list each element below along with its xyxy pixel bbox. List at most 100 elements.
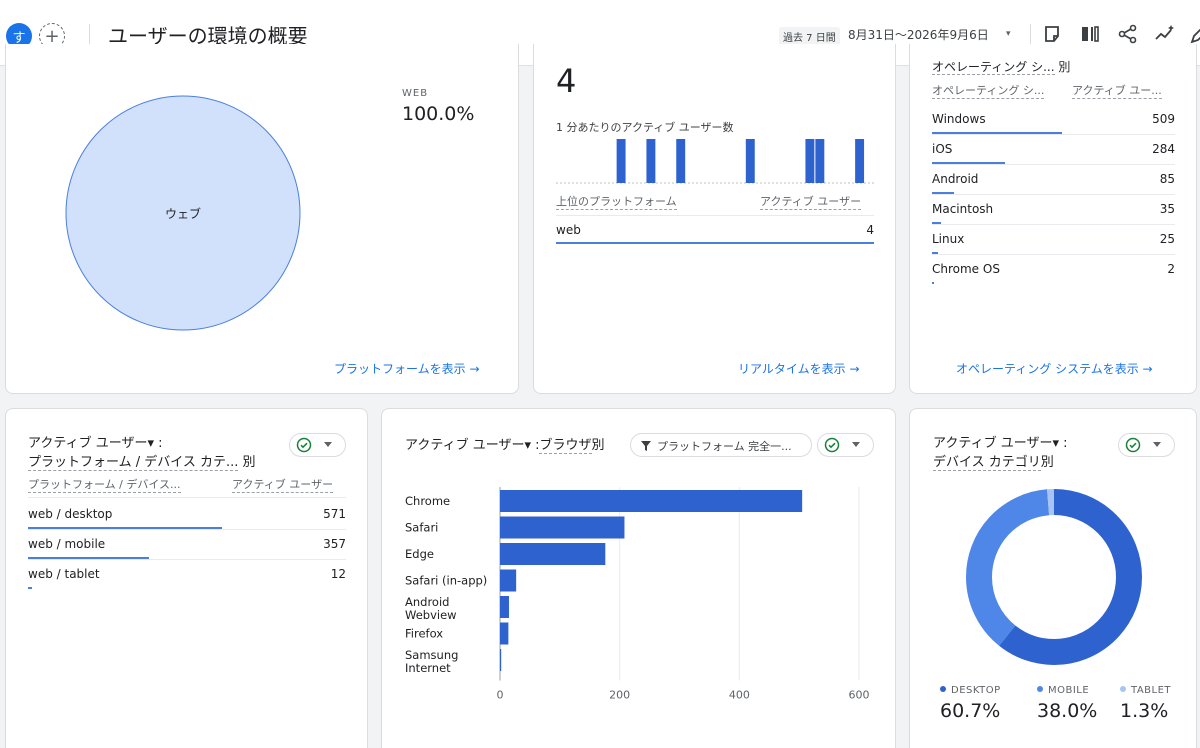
compare-chip[interactable] [817,433,874,457]
row-divider [28,497,346,498]
col-header-active-users[interactable]: アクティブ ユーザー [232,476,334,493]
row-bar-indicator [932,282,934,284]
compare-chip[interactable] [1118,433,1175,457]
table-row-value: 571 [323,507,346,521]
legend-dot-icon [1120,686,1126,692]
col-header-os[interactable]: オペレーティング シ... [932,82,1045,99]
edit-icon[interactable] [1188,22,1200,46]
platform-device-card: アクティブ ユーザー▾ : プラットフォーム / デバイス カテ... 別 プラ… [5,408,368,748]
row-divider [28,559,346,560]
table-row-label: Windows [932,112,986,126]
divider [89,24,90,46]
legend-value: 60.7% [940,700,1001,722]
card-title-line1[interactable]: アクティブ ユーザー▾ : [28,432,162,451]
legend-dot-icon [940,686,946,692]
realtime-bar-chart [556,139,874,184]
browser-bar[interactable] [500,516,625,539]
table-row-value: 25 [1159,232,1175,246]
browser-bar[interactable] [500,490,803,512]
report-edit-icon[interactable] [1041,22,1065,46]
card-title-line2: プラットフォーム / デバイス カテ... 別 [28,455,256,471]
legend-value: 100.0% [402,103,475,125]
insights-icon[interactable] [1153,22,1177,46]
y-category-label: Chrome [405,494,450,508]
view-os-link[interactable]: オペレーティング システムを表示 → [956,360,1153,377]
row-bar-indicator [556,242,874,244]
share-icon[interactable] [1116,22,1140,46]
realtime-subtitle: 1 分あたりのアクティブ ユーザー数 [556,121,734,134]
divider [1030,24,1031,46]
platform-filter-chip[interactable]: プラットフォーム 完全一... [630,433,812,457]
legend-label: MOBILE [1037,685,1089,696]
table-row-label: Android [932,172,979,186]
col-header-active-users[interactable]: アクティブ ユーザー [760,193,862,210]
browser-bar[interactable] [500,543,606,565]
browser-bar[interactable] [500,596,509,618]
table-row-value: 2 [1167,262,1175,276]
platform-card: ウェブ WEB 100.0% プラットフォームを表示 → [5,44,519,394]
table-row-value: 4 [866,223,874,237]
col-header-active-users[interactable]: アクティブ ユー... [1072,82,1162,99]
realtime-card: 4 1 分あたりのアクティブ ユーザー数 上位のプラットフォーム アクティブ ユ… [533,44,896,394]
browser-bar[interactable] [500,649,502,671]
row-divider [932,164,1175,165]
device-donut-chart [966,489,1142,665]
table-row-label: web / mobile [28,537,106,551]
row-divider [28,529,346,530]
realtime-user-count: 4 [556,62,577,100]
table-row-label: web [556,223,581,237]
chevron-down-icon [852,442,860,447]
legend-value: 38.0% [1037,700,1098,722]
realtime-bar[interactable] [676,139,686,183]
realtime-bar[interactable] [745,139,755,183]
table-row-label: Chrome OS [932,262,1000,276]
col-header-platform[interactable]: 上位のプラットフォーム [556,193,677,210]
chevron-down-icon [324,442,332,447]
table-row-value: 35 [1159,202,1175,216]
card-title-line1[interactable]: アクティブ ユーザー▾ : [933,432,1067,451]
x-tick-label: 0 [497,689,504,702]
row-divider [556,215,874,216]
device-category-card: アクティブ ユーザー▾ : デバイス カテゴリ別 DESKTOP 60.7% MOB… [909,408,1197,748]
col-header-platform-device[interactable]: プラットフォーム / デバイス... [28,476,181,493]
card-title: アクティブ ユーザー▾ :ブラウザ別 [405,438,605,454]
browser-bar[interactable] [500,569,517,592]
table-row-value: 12 [330,567,346,581]
y-category-label: Samsung Internet [405,648,458,675]
x-tick-label: 600 [849,689,870,702]
browser-card: アクティブ ユーザー▾ :ブラウザ別 プラットフォーム 完全一... 0 200 4… [381,408,896,748]
card-title-line2: デバイス カテゴリ別 [933,455,1054,471]
realtime-bar[interactable] [616,139,626,183]
chevron-down-icon [1153,442,1161,447]
legend-dot-icon [1037,686,1043,692]
realtime-bar[interactable] [815,139,825,183]
view-realtime-link[interactable]: リアルタイムを表示 → [738,360,860,377]
y-category-label: Firefox [405,627,443,641]
card-title: オペレーティング シ... 別 [932,60,1071,75]
chevron-down-icon[interactable]: ▾ [1006,29,1011,39]
pie-label: ウェブ [165,206,201,221]
y-category-label: Android Webview [405,595,457,622]
legend-label: DESKTOP [940,685,1001,696]
compare-chip[interactable] [289,433,346,457]
realtime-bar[interactable] [646,139,656,183]
date-range-picker[interactable]: 8月31日～2026年9月6日 [848,26,989,43]
row-divider [932,254,1175,255]
view-platform-link[interactable]: プラットフォームを表示 → [334,360,480,377]
check-circle-icon [296,437,312,453]
row-divider [932,134,1175,135]
compare-icon[interactable] [1078,22,1102,46]
check-circle-icon [1125,437,1141,453]
y-category-label: Safari [405,521,438,535]
browser-bar[interactable] [500,622,509,645]
realtime-bar[interactable] [855,139,865,183]
table-row-value: 509 [1152,112,1175,126]
filter-icon [641,441,651,451]
x-tick-label: 400 [729,689,750,702]
legend-label: WEB [402,88,429,99]
check-circle-icon [824,437,840,453]
platform-pie-chart: ウェブ [65,95,301,331]
row-bar-indicator [28,587,33,589]
realtime-bar[interactable] [805,139,815,183]
os-card: オペレーティング シ... 別 オペレーティング シ... アクティブ ユー..… [909,44,1197,394]
